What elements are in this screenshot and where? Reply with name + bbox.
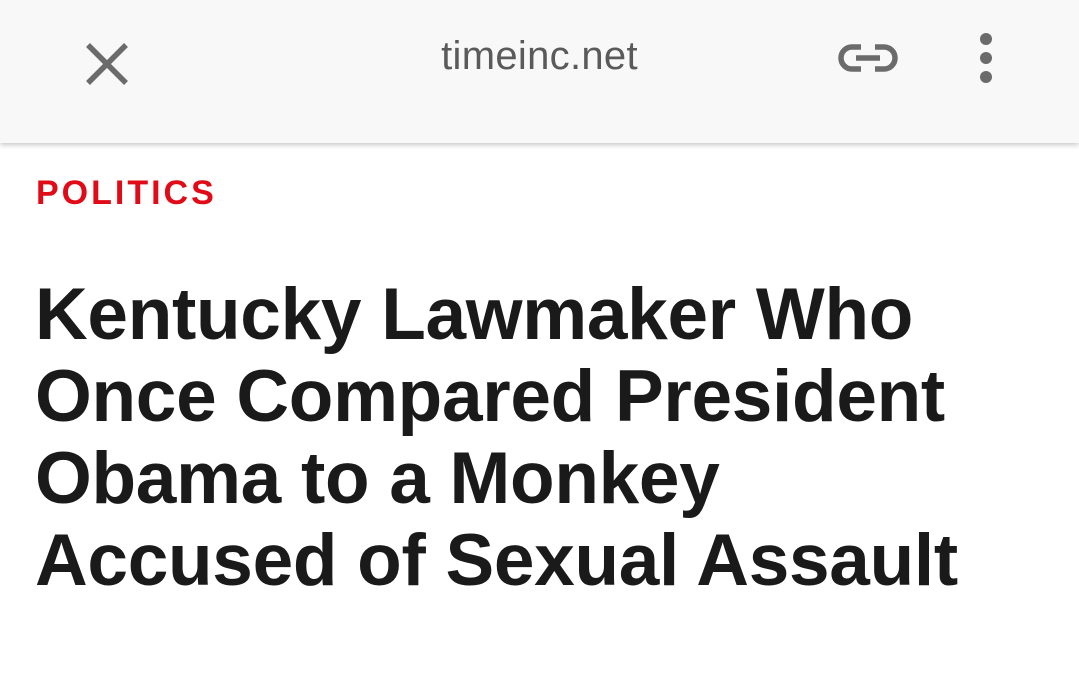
- copy-link-button[interactable]: [832, 30, 904, 86]
- more-vert-icon: [980, 33, 992, 83]
- headline-line: Accused of Sexual Assault: [35, 520, 958, 601]
- more-options-button[interactable]: [960, 28, 1012, 88]
- link-icon: [838, 44, 898, 72]
- page-url[interactable]: timeinc.net: [0, 34, 1079, 79]
- article-category[interactable]: POLITICS: [36, 174, 217, 213]
- browser-toolbar: timeinc.net: [0, 0, 1079, 143]
- article-content: POLITICS Kentucky Lawmaker Who Once Comp…: [0, 143, 1079, 679]
- headline-line: Kentucky Lawmaker Who: [35, 274, 914, 355]
- article-headline: Kentucky Lawmaker Who Once Compared Pres…: [35, 274, 1055, 602]
- headline-line: Once Compared President: [35, 356, 945, 437]
- headline-line: Obama to a Monkey: [35, 438, 720, 519]
